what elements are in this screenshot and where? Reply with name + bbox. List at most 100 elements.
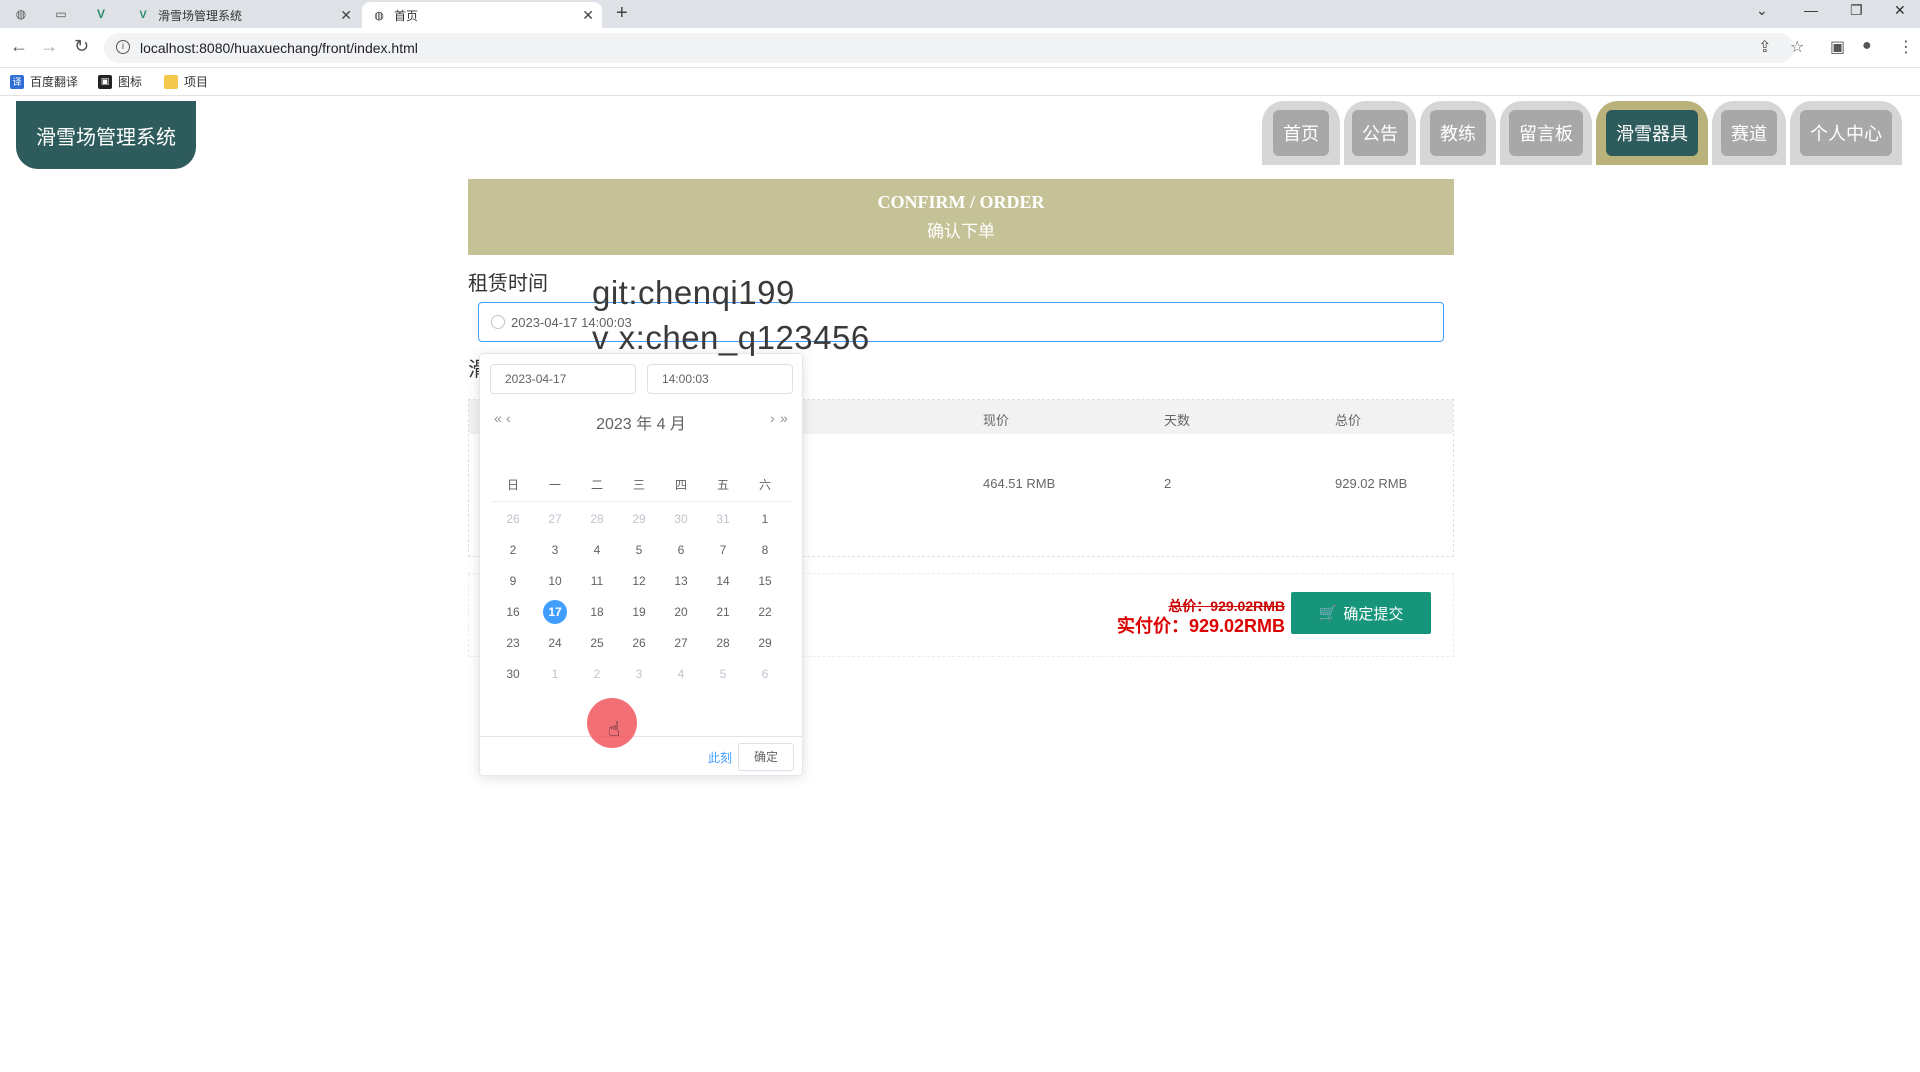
table-cell: 464.51 RMB (983, 476, 1056, 491)
calendar-day-number: 30 (674, 512, 688, 526)
next-year-icon[interactable]: » (780, 410, 788, 426)
nav-notice[interactable]: 公告 (1344, 101, 1416, 165)
calendar-day[interactable]: 26 (492, 504, 534, 534)
reload-icon[interactable]: ↻ (74, 36, 89, 57)
calendar-day[interactable]: 27 (660, 628, 702, 658)
tab-title: 滑雪场管理系统 (158, 8, 243, 23)
calendar-day[interactable]: 12 (618, 566, 660, 596)
table-cell: 929.02 RMB (1335, 476, 1408, 491)
nav-label: 教练 (1430, 110, 1486, 156)
calendar-day[interactable]: 9 (492, 566, 534, 596)
bookmark-icons[interactable]: ▣ 图标 (98, 73, 142, 90)
calendar-day[interactable]: 30 (660, 504, 702, 534)
close-icon[interactable]: ✕ (582, 7, 594, 24)
calendar-day[interactable]: 1 (744, 504, 786, 534)
calendar-day[interactable]: 4 (660, 659, 702, 689)
calendar-day[interactable]: 31 (702, 504, 744, 534)
calendar-day[interactable]: 1 (534, 659, 576, 689)
calendar-day[interactable]: 2 (576, 659, 618, 689)
calendar-day[interactable]: 18 (576, 597, 618, 627)
picker-date-field[interactable]: 2023-04-17 (490, 364, 636, 394)
calendar-day[interactable]: 30 (492, 659, 534, 689)
calendar-day[interactable]: 5 (702, 659, 744, 689)
weekday-label: 日 (506, 478, 519, 492)
calendar-day[interactable]: 5 (618, 535, 660, 565)
calendar-day[interactable]: 25 (576, 628, 618, 658)
star-icon[interactable]: ☆ (1790, 37, 1804, 57)
watermark-line: v x:chen_q123456 (592, 319, 870, 356)
menu-icon[interactable]: ⋮ (1898, 37, 1914, 57)
sidebar-icon[interactable]: ▣ (1830, 37, 1845, 57)
back-icon[interactable]: ← (10, 36, 28, 57)
window-close-button[interactable]: ✕ (1894, 2, 1906, 19)
calendar-day[interactable]: 20 (660, 597, 702, 627)
info-icon[interactable]: i (116, 40, 130, 54)
calendar-day-number: 20 (674, 605, 688, 619)
tab-search-icon[interactable]: ⌄ (1756, 2, 1768, 19)
calendar-day[interactable]: 2 (492, 535, 534, 565)
confirm-submit-button[interactable]: 🛒 确定提交 (1291, 592, 1431, 634)
calendar-day[interactable]: 23 (492, 628, 534, 658)
calendar-day[interactable]: 26 (618, 628, 660, 658)
calendar-day-number: 29 (632, 512, 646, 526)
profile-icon[interactable]: ● (1862, 37, 1872, 55)
calendar-day[interactable]: 3 (534, 535, 576, 565)
weekday-label: 一 (548, 478, 561, 492)
tab-admin[interactable]: V 滑雪场管理系统 ✕ (126, 2, 360, 28)
close-icon[interactable]: ✕ (340, 7, 352, 24)
picker-confirm-button[interactable]: 确定 (738, 743, 794, 771)
new-tab-button[interactable]: + (616, 2, 628, 25)
nav-label: 留言板 (1509, 110, 1583, 156)
calendar-day[interactable]: 3 (618, 659, 660, 689)
calendar-day[interactable]: 16 (492, 597, 534, 627)
forward-icon[interactable]: → (40, 36, 58, 57)
calendar-day[interactable]: 24 (534, 628, 576, 658)
nav-coach[interactable]: 教练 (1420, 101, 1496, 165)
calendar-day-number: 5 (719, 667, 727, 681)
calendar-day[interactable]: 29 (744, 628, 786, 658)
globe-icon[interactable]: ◍ (6, 3, 36, 25)
calendar-day-number: 21 (716, 605, 730, 619)
weekday-label: 五 (716, 478, 729, 492)
site-logo[interactable]: 滑雪场管理系统 (16, 101, 196, 169)
calendar-day[interactable]: 10 (534, 566, 576, 596)
rent-time-label: 租赁时间 (468, 273, 548, 295)
calendar-day[interactable]: 19 (618, 597, 660, 627)
bookmark-baidu-translate[interactable]: 译 百度翻译 (10, 73, 78, 90)
calendar-day[interactable]: 28 (576, 504, 618, 534)
bookmark-project[interactable]: 项目 (164, 73, 208, 90)
picker-month-title: 2023 年 4 月 (596, 416, 686, 433)
calendar-day[interactable]: 17 (534, 597, 576, 627)
calendar-day[interactable]: 8 (744, 535, 786, 565)
vue-icon[interactable]: V (86, 3, 116, 25)
tab-home[interactable]: ◍ 首页 ✕ (362, 2, 602, 28)
now-button[interactable]: 此刻 (708, 749, 732, 766)
calendar-day[interactable]: 27 (534, 504, 576, 534)
nav-tracks[interactable]: 赛道 (1712, 101, 1786, 165)
calendar-day[interactable]: 7 (702, 535, 744, 565)
calendar-day[interactable]: 21 (702, 597, 744, 627)
share-icon[interactable]: ⇪ (1758, 37, 1771, 57)
calendar-day[interactable]: 4 (576, 535, 618, 565)
blank-tab-icon[interactable]: ▭ (46, 3, 76, 25)
nav-ski-equipment[interactable]: 滑雪器具 (1596, 101, 1708, 165)
next-month-icon[interactable]: › (770, 410, 775, 426)
calendar-day[interactable]: 6 (744, 659, 786, 689)
nav-profile[interactable]: 个人中心 (1790, 101, 1902, 165)
calendar-day[interactable]: 28 (702, 628, 744, 658)
picker-time-field[interactable]: 14:00:03 (647, 364, 793, 394)
calendar-day-number: 8 (761, 543, 769, 557)
nav-messages[interactable]: 留言板 (1500, 101, 1592, 165)
calendar-day[interactable]: 14 (702, 566, 744, 596)
restore-button[interactable]: ❐ (1850, 2, 1863, 19)
calendar-day[interactable]: 29 (618, 504, 660, 534)
calendar-day[interactable]: 15 (744, 566, 786, 596)
calendar-day[interactable]: 22 (744, 597, 786, 627)
calendar-day[interactable]: 13 (660, 566, 702, 596)
hand-cursor-icon: ☝ (608, 719, 621, 741)
minimize-button[interactable]: — (1804, 2, 1818, 18)
address-bar[interactable]: i localhost:8080/huaxuechang/front/index… (104, 33, 1794, 63)
nav-home[interactable]: 首页 (1262, 101, 1340, 165)
calendar-day[interactable]: 6 (660, 535, 702, 565)
calendar-day[interactable]: 11 (576, 566, 618, 596)
